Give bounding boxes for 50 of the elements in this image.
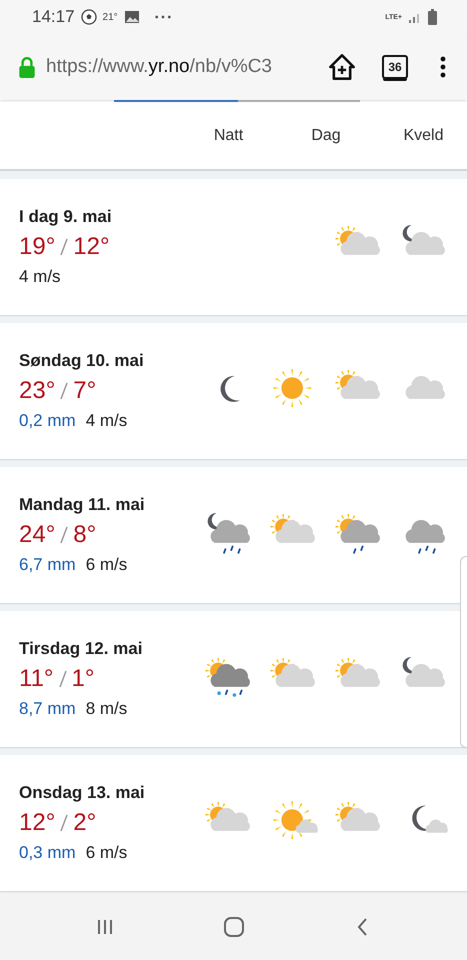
column-heading: Dag [310, 127, 342, 145]
day-title: Tirsdag 12. mai [19, 639, 144, 659]
day-title: Onsdag 13. mai [19, 783, 146, 803]
precipitation-text: 0,2 mm [19, 411, 76, 431]
low-temperature: 2° [73, 809, 96, 837]
slash-icon [59, 237, 70, 257]
clock-text: 14:17 [32, 7, 75, 27]
wind-text: 6 m/s [86, 843, 128, 863]
slash-icon [58, 669, 68, 689]
precipitation-text: 0,3 mm [19, 843, 76, 863]
scroll-handle[interactable] [460, 556, 467, 748]
day-title: Søndag 10. mai [19, 351, 145, 371]
column-heading: Natt [212, 127, 244, 145]
low-temperature: 7° [73, 377, 96, 405]
url-field[interactable]: https://www.yr.no/nb/v%C3 [46, 56, 318, 78]
high-temperature: 24° [19, 521, 56, 549]
precipitation-text: 6,7 mm [19, 555, 76, 575]
high-temperature: 19° [19, 233, 56, 261]
day-card[interactable]: I dag 9. mai 19° 12° 4 m/s [0, 179, 467, 315]
more-icon [154, 14, 172, 20]
image-icon [124, 9, 140, 25]
battery-icon [428, 9, 437, 25]
add-home-icon[interactable] [328, 53, 356, 81]
day-card[interactable]: Onsdag 13. mai 12° 2° 0,3 mm 6 m/s [0, 755, 467, 891]
slash-icon [59, 381, 70, 401]
column-heading: Kveld [402, 127, 445, 145]
high-temperature: 23° [19, 377, 56, 405]
day-title: I dag 9. mai [19, 207, 113, 227]
temperature-text: 21° [102, 12, 118, 22]
low-temperature: 12° [73, 233, 110, 261]
home-icon[interactable] [222, 915, 246, 939]
wind-text: 6 m/s [86, 555, 128, 575]
signal-icon [408, 11, 422, 23]
high-temperature: 12° [19, 809, 56, 837]
day-card[interactable]: Mandag 11. mai 24° 8° 6,7 mm 6 m/s [0, 467, 467, 603]
tab-count-button[interactable]: 36 [382, 55, 408, 79]
slash-icon [59, 813, 70, 833]
wind-text: 4 m/s [86, 411, 128, 431]
day-card[interactable]: Søndag 10. mai 23° 7° 0,2 mm 4 m/s [0, 323, 467, 459]
day-title: Mandag 11. mai [19, 495, 146, 515]
precipitation-text: 8,7 mm [19, 699, 76, 719]
wind-text: 4 m/s [19, 267, 61, 287]
lock-icon [18, 56, 36, 78]
low-temperature: 1° [72, 665, 94, 693]
menu-icon[interactable] [440, 55, 446, 79]
slash-icon [59, 525, 70, 545]
low-temperature: 8° [73, 521, 96, 549]
high-temperature: 11° [19, 665, 54, 693]
ball-icon [80, 9, 97, 25]
wind-text: 8 m/s [86, 699, 128, 719]
